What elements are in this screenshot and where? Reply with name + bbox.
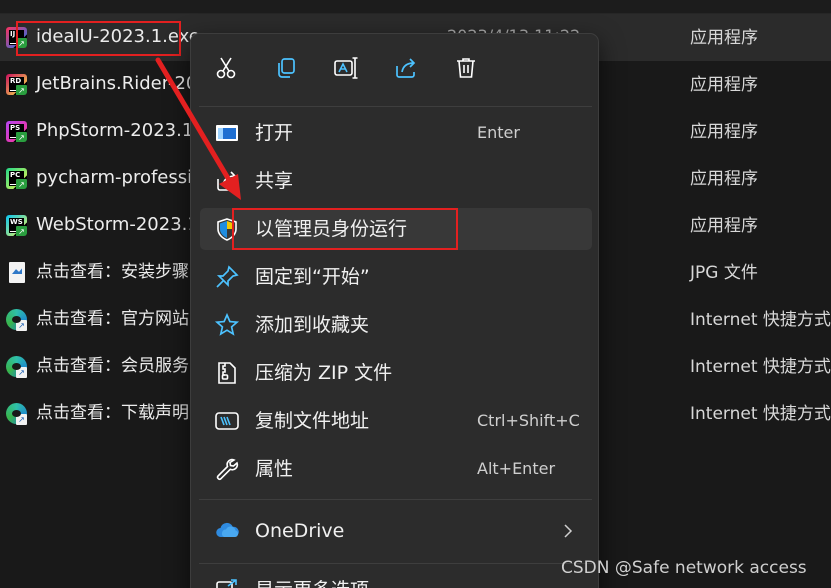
menu-shortcut: Ctrl+Shift+C [477, 411, 580, 430]
highlight-box-run-as-admin [232, 208, 458, 250]
file-type: 应用程序 [690, 28, 758, 48]
menu-label: 显示更多选项 [255, 577, 369, 588]
file-type: 应用程序 [690, 216, 758, 236]
menu-separator [199, 563, 592, 564]
share-icon [396, 58, 416, 78]
edge-icon: ↗ [6, 356, 27, 378]
file-name: WebStorm-2023.1 [36, 214, 199, 235]
share-button[interactable] [389, 51, 423, 85]
menu-label: 共享 [255, 170, 294, 192]
file-name: PhpStorm-2023.1 [36, 120, 194, 141]
share-icon [214, 168, 240, 194]
menu-label: 复制文件地址 [255, 410, 370, 432]
highlight-box-filename [16, 21, 181, 56]
copy-path-icon [214, 408, 240, 434]
menu-label: 属性 [255, 458, 294, 480]
menu-separator [199, 499, 592, 500]
file-type: JPG 文件 [690, 263, 758, 283]
file-type: Internet 快捷方式 [690, 404, 831, 424]
pin-icon [214, 264, 240, 290]
edge-icon: ↗ [6, 403, 27, 425]
onedrive-cloud-icon [214, 518, 240, 544]
open-app-icon [214, 120, 240, 146]
phpstorm-icon: PS ↗ [6, 121, 27, 142]
cut-button[interactable] [209, 51, 243, 85]
copy-icon [278, 58, 295, 78]
rider-icon: RD ↗ [6, 74, 27, 95]
edge-icon: ↗ [6, 309, 27, 331]
quick-action-bar [191, 34, 600, 106]
rename-icon [334, 57, 358, 79]
image-file-icon [9, 262, 25, 283]
trash-icon [457, 58, 475, 78]
menu-item-compress-zip[interactable]: 压缩为 ZIP 文件 [200, 352, 592, 394]
menu-item-properties[interactable]: 属性 Alt+Enter [200, 448, 592, 490]
webstorm-icon: WS ↗ [6, 215, 27, 236]
more-options-icon [214, 577, 240, 588]
delete-button[interactable] [449, 51, 483, 85]
menu-item-more-options[interactable]: 显示更多选项 [200, 569, 592, 588]
copy-button[interactable] [269, 51, 303, 85]
zip-icon [214, 360, 240, 386]
watermark: CSDN @Safe network access [561, 558, 807, 578]
menu-label: 压缩为 ZIP 文件 [255, 362, 393, 384]
menu-label: 添加到收藏夹 [255, 314, 370, 336]
file-name: 点击查看：会员服务 [36, 356, 189, 376]
menu-item-pin-to-start[interactable]: 固定到“开始” [200, 256, 592, 298]
wrench-icon [214, 456, 240, 482]
file-type: 应用程序 [690, 122, 758, 142]
file-list-top-row[interactable] [0, 0, 831, 14]
file-name: 点击查看：官方网站 [36, 309, 189, 329]
menu-label: 打开 [255, 122, 294, 144]
menu-shortcut: Enter [477, 123, 520, 142]
file-type: Internet 快捷方式 [690, 310, 831, 330]
pycharm-icon: PC ↗ [6, 168, 27, 189]
file-type: 应用程序 [690, 169, 758, 189]
file-type: Internet 快捷方式 [690, 357, 831, 377]
menu-item-copy-path[interactable]: 复制文件地址 Ctrl+Shift+C [200, 400, 592, 442]
context-menu: 打开 Enter 共享 以管理员身份运行 固定到“开始” 添加到收藏夹 压缩为 … [190, 33, 599, 588]
menu-item-share[interactable]: 共享 [200, 160, 592, 202]
menu-separator [199, 106, 592, 107]
menu-shortcut: Alt+Enter [477, 459, 556, 478]
file-type: 应用程序 [690, 75, 758, 95]
menu-label: OneDrive [255, 520, 345, 542]
menu-item-open[interactable]: 打开 Enter [200, 112, 592, 154]
file-name: 点击查看：安装步骤 [36, 262, 189, 282]
menu-label: 固定到“开始” [255, 266, 370, 288]
chevron-right-icon [562, 522, 574, 540]
menu-item-add-to-favorites[interactable]: 添加到收藏夹 [200, 304, 592, 346]
file-name: 点击查看：下载声明 [36, 403, 189, 423]
menu-item-onedrive[interactable]: OneDrive [200, 510, 592, 552]
scissors-icon [216, 57, 236, 79]
star-icon [214, 312, 240, 338]
rename-button[interactable] [329, 51, 363, 85]
